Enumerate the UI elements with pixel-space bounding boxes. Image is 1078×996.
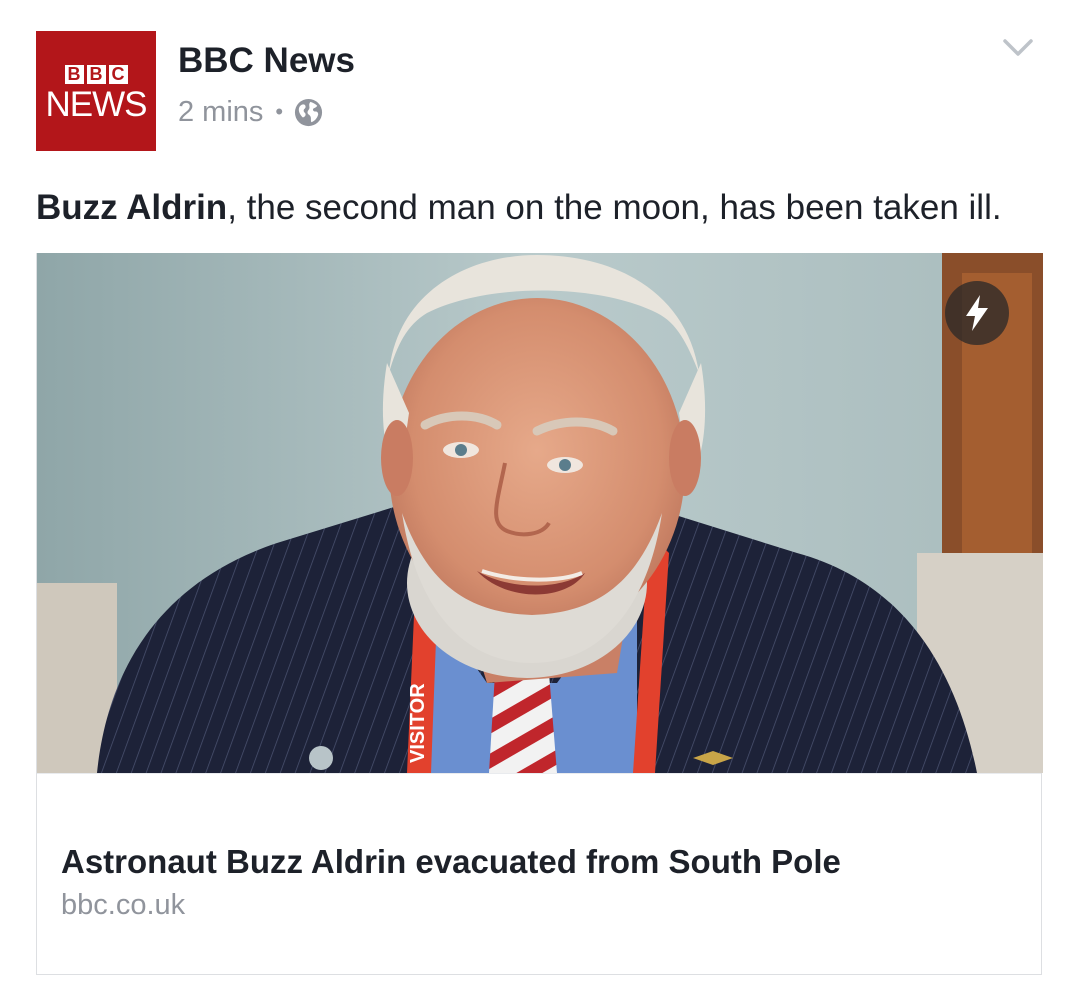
meta-separator: •	[275, 99, 284, 124]
bbc-news-avatar[interactable]: B B C NEWS	[36, 31, 156, 151]
message-mention[interactable]: Buzz Aldrin	[36, 188, 227, 227]
post-message: Buzz Aldrin, the second man on the moon,…	[36, 186, 1048, 230]
message-text: , the second man on the moon, has been t…	[227, 188, 1002, 227]
link-preview-body[interactable]: Astronaut Buzz Aldrin evacuated from Sou…	[37, 773, 1041, 974]
logo-block-b2: B	[86, 64, 106, 84]
post-header: B B C NEWS BBC News 2 mins •	[36, 31, 1042, 151]
link-domain: bbc.co.uk	[61, 889, 186, 921]
link-preview-image[interactable]: VISITOR	[37, 253, 1043, 773]
logo-block-b1: B	[64, 64, 84, 84]
link-preview-card[interactable]: VISITOR Astronaut Buzz Aldrin evacuated …	[36, 253, 1043, 975]
lightning-bolt-icon	[966, 295, 988, 331]
post-meta: 2 mins •	[178, 95, 324, 129]
instant-article-badge	[945, 281, 1009, 345]
portrait-photo: VISITOR	[37, 253, 1043, 773]
link-title[interactable]: Astronaut Buzz Aldrin evacuated from Sou…	[61, 842, 841, 882]
lanyard-text: VISITOR	[407, 683, 429, 763]
bbc-blocks-logo: B B C	[64, 64, 128, 84]
page-name-link[interactable]: BBC News	[178, 41, 355, 81]
chevron-down-icon[interactable]	[1002, 37, 1034, 59]
post-timestamp[interactable]: 2 mins	[178, 95, 263, 129]
logo-news-word: NEWS	[45, 84, 148, 124]
globe-icon[interactable]	[293, 97, 324, 128]
facebook-post: B B C NEWS BBC News 2 mins • Buzz Aldrin…	[0, 0, 1078, 996]
logo-block-c: C	[108, 64, 128, 84]
